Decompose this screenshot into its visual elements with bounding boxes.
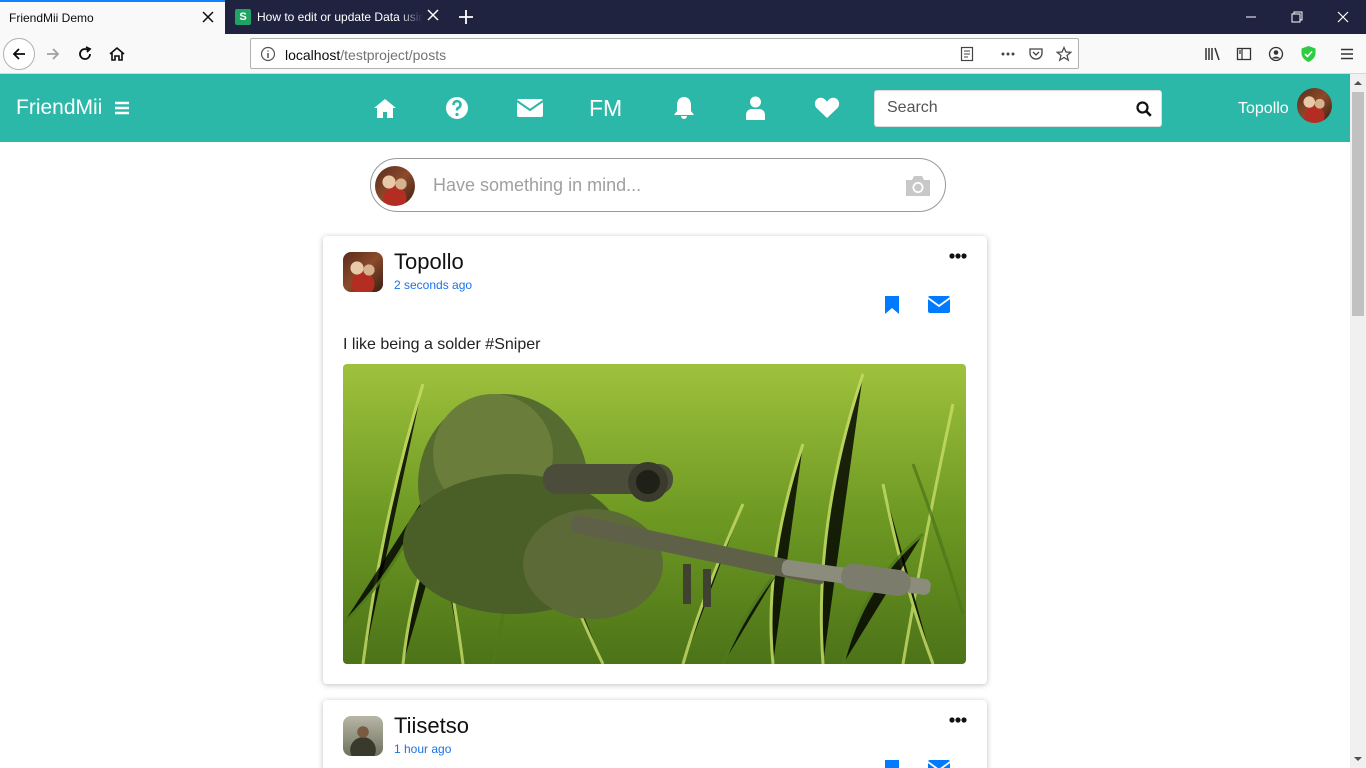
user-name[interactable]: Topollo [1238, 100, 1289, 118]
hamburger-menu-icon[interactable] [1339, 46, 1355, 62]
page-scrollbar[interactable] [1350, 74, 1366, 768]
library-icon[interactable] [1204, 46, 1222, 62]
user-icon[interactable] [746, 95, 765, 121]
more-options-icon[interactable] [949, 717, 967, 723]
account-icon[interactable] [1268, 46, 1284, 62]
search-input[interactable] [887, 99, 1127, 117]
bell-icon[interactable] [673, 95, 695, 121]
sniper-photo [343, 364, 966, 664]
camera-icon[interactable] [904, 174, 932, 198]
scroll-down-icon[interactable] [1354, 755, 1362, 763]
menu-bars-icon[interactable] [114, 100, 130, 116]
browser-nav-bar: localhost/testproject/posts [0, 34, 1366, 74]
post-card: Tiisetso 1 hour ago [323, 700, 987, 768]
post-author-avatar[interactable] [343, 716, 383, 756]
forward-button[interactable] [37, 38, 69, 70]
new-tab-icon[interactable] [456, 7, 476, 27]
url-host: localhost [285, 47, 341, 63]
site-info-icon[interactable] [260, 46, 276, 62]
user-avatar[interactable] [1297, 88, 1332, 123]
post-timestamp[interactable]: 1 hour ago [394, 742, 451, 756]
more-actions-icon[interactable] [1000, 46, 1016, 62]
post-author[interactable]: Topollo [394, 249, 464, 275]
post-image[interactable] [343, 364, 966, 664]
address-bar[interactable]: localhost/testproject/posts [250, 38, 1079, 69]
reader-view-icon[interactable] [959, 46, 975, 62]
fm-link[interactable]: FM [589, 95, 622, 122]
brand-logo[interactable]: FriendMii [16, 96, 102, 120]
reload-button[interactable] [69, 38, 101, 70]
arrow-right-icon [47, 48, 60, 60]
back-button[interactable] [3, 38, 35, 70]
post-timestamp[interactable]: 2 seconds ago [394, 278, 472, 292]
close-window-icon[interactable] [1335, 9, 1351, 25]
minimize-icon[interactable] [1243, 9, 1259, 25]
compose-box[interactable] [370, 158, 946, 212]
bookmark-icon[interactable] [884, 759, 900, 768]
home-button[interactable] [101, 38, 133, 70]
tab-title: How to edit or update Data using [257, 10, 423, 24]
scroll-thumb[interactable] [1352, 92, 1364, 316]
tab-title: FriendMii Demo [9, 11, 94, 25]
restore-icon[interactable] [1289, 9, 1305, 25]
search-icon[interactable] [1136, 101, 1152, 117]
search-box [874, 90, 1162, 127]
post-author[interactable]: Tiisetso [394, 713, 469, 739]
mail-icon[interactable] [928, 296, 950, 313]
compose-input[interactable] [433, 175, 863, 196]
sheets-favicon-icon: S [235, 9, 251, 25]
url-path: /testproject/posts [340, 47, 447, 63]
post-author-avatar[interactable] [343, 252, 383, 292]
scroll-up-icon[interactable] [1354, 79, 1362, 87]
pocket-icon[interactable] [1028, 46, 1044, 62]
sidebar-icon[interactable] [1236, 46, 1252, 62]
compose-avatar [375, 166, 415, 206]
question-icon[interactable] [445, 95, 469, 121]
bookmark-icon[interactable] [884, 295, 900, 315]
tab-how-to-edit[interactable]: S How to edit or update Data using [225, 0, 450, 34]
home-icon[interactable] [373, 95, 397, 121]
tab-friendmii[interactable]: FriendMii Demo [0, 0, 225, 34]
app-header: FriendMii FM Topollo [0, 74, 1350, 142]
post-card: Topollo 2 seconds ago I like being a sol… [323, 236, 987, 684]
bookmark-star-icon[interactable] [1056, 46, 1072, 62]
close-tab-icon[interactable] [201, 10, 215, 24]
shield-extension-icon[interactable] [1300, 45, 1317, 63]
arrow-left-icon [12, 48, 25, 60]
post-text: I like being a solder #Sniper [343, 336, 541, 353]
mail-icon[interactable] [928, 760, 950, 768]
reload-icon [79, 46, 92, 60]
close-tab-icon[interactable] [426, 8, 440, 22]
home-outline-icon [109, 46, 125, 61]
more-options-icon[interactable] [949, 253, 967, 259]
envelope-icon[interactable] [517, 95, 543, 121]
browser-tab-bar: FriendMii Demo S How to edit or update D… [0, 0, 1366, 34]
heart-icon[interactable] [814, 95, 840, 121]
url-text: localhost/testproject/posts [285, 47, 446, 63]
